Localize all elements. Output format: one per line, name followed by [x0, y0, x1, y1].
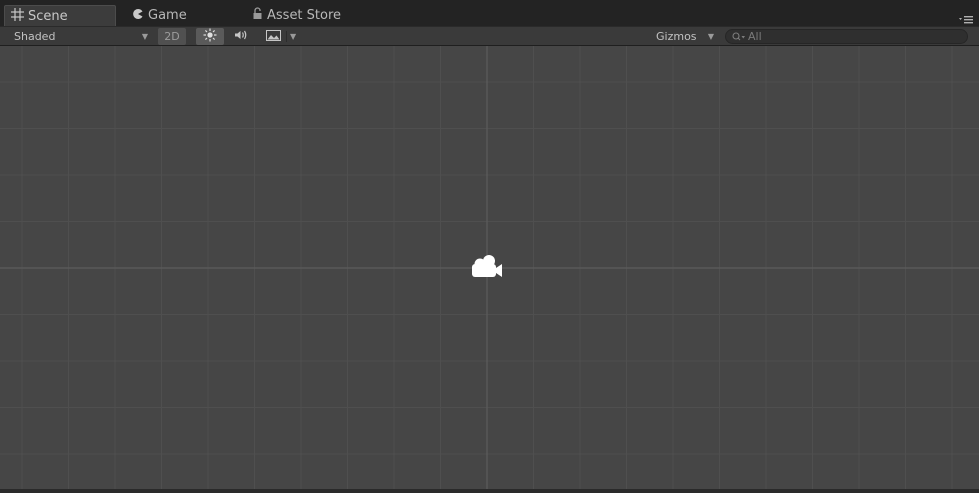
- lighting-toggle-button[interactable]: [196, 28, 224, 45]
- tab-asset-store[interactable]: Asset Store: [250, 5, 380, 26]
- lock-icon: [252, 7, 263, 24]
- gizmos-dropdown[interactable]: Gizmos ▼: [650, 28, 720, 45]
- tab-game-label: Game: [148, 8, 187, 23]
- tab-scene[interactable]: Scene: [4, 5, 116, 26]
- scene-viewport[interactable]: [0, 46, 979, 489]
- effects-dropdown[interactable]: ▼: [262, 28, 300, 45]
- dropdown-arrow-icon: ▼: [290, 32, 297, 41]
- pacman-icon: [132, 8, 144, 24]
- draw-mode-label: Shaded: [14, 30, 56, 43]
- camera-gizmo-icon[interactable]: [468, 253, 508, 283]
- audio-toggle-button[interactable]: [230, 28, 254, 45]
- gizmos-label: Gizmos: [656, 30, 697, 43]
- search-icon: [732, 27, 746, 46]
- dropdown-arrow-icon: ▼: [141, 32, 148, 41]
- dropdown-arrow-icon: ▼: [707, 32, 714, 41]
- bottom-border: [0, 489, 979, 493]
- image-icon: [266, 29, 281, 44]
- scene-toolbar: Shaded ▼ 2D ▼ Gizmos ▼ All: [0, 26, 979, 46]
- grid-icon: [11, 7, 24, 25]
- divider: [286, 31, 287, 42]
- speaker-icon: [234, 29, 250, 44]
- tab-menu-icon[interactable]: [959, 10, 973, 24]
- tab-scene-label: Scene: [28, 8, 68, 24]
- sun-icon: [203, 28, 217, 45]
- search-field[interactable]: [725, 29, 968, 44]
- 2d-label: 2D: [164, 30, 180, 43]
- tab-asset-store-label: Asset Store: [267, 8, 342, 23]
- 2d-toggle-button[interactable]: 2D: [158, 28, 186, 45]
- tab-bar: Scene Game Asset Store: [0, 0, 979, 26]
- draw-mode-dropdown[interactable]: Shaded ▼: [6, 28, 154, 45]
- search-input[interactable]: [748, 30, 948, 43]
- tab-game[interactable]: Game: [128, 5, 238, 26]
